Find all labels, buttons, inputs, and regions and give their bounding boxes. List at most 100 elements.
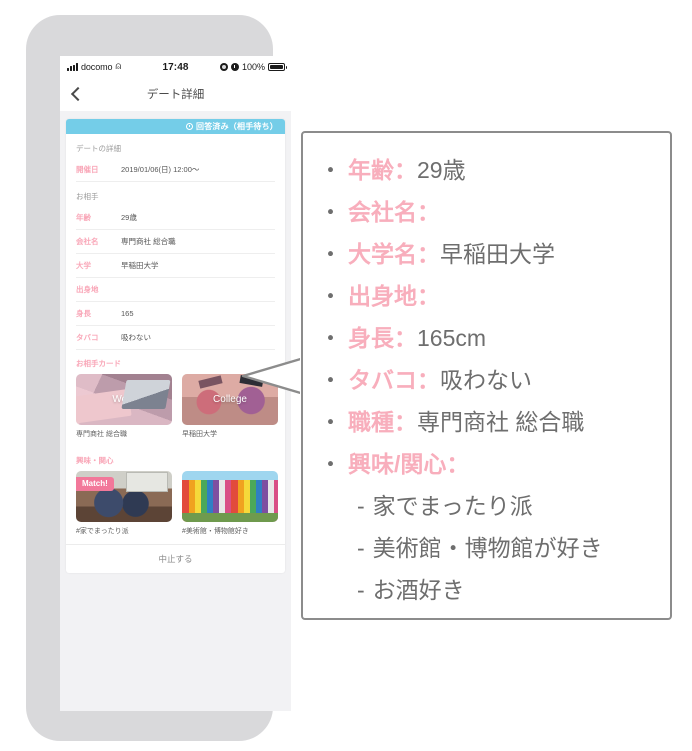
row-value: 29歳	[121, 213, 137, 222]
status-bar-right: 100%	[219, 62, 287, 72]
section-heading: お相手	[76, 192, 99, 201]
callout-item: ・会社名：	[319, 191, 660, 233]
callout-key: 身長	[348, 325, 394, 351]
row-value: 吸わない	[121, 333, 151, 342]
table-row: 大学 早稲田大学	[76, 254, 275, 278]
card-caption: 専門商社 総合職	[76, 431, 127, 438]
callout-key: 会社名	[348, 199, 417, 225]
detail-card-panel: 回答済み（相手待ち） デートの詳細 開催日 2019/01/06(日) 12:0…	[66, 119, 285, 573]
section-heading: デートの詳細	[76, 144, 121, 153]
interest-card-image[interactable]: Match!	[76, 471, 172, 522]
card-overlay-label: Work	[112, 394, 136, 405]
status-badge: 回答済み（相手待ち）	[66, 119, 285, 134]
interests-row: Match! #家でまったり派 #美術館・博物館好き	[76, 471, 278, 536]
callout-sub-item: - お酒好き	[319, 569, 660, 611]
callout-tail	[241, 356, 306, 396]
table-row: 身長 165	[76, 302, 275, 326]
table-row: タバコ 吸わない	[76, 326, 275, 350]
row-label: 会社名	[76, 237, 99, 246]
callout-item: ・大学名：早稲田大学	[319, 233, 660, 275]
page-title: デート詳細	[146, 89, 205, 101]
screenshot-root: docomo ⍝ 17:48 100% デート詳細 回答済み（相手待ち） デート…	[0, 0, 692, 751]
dash-icon: -	[357, 493, 365, 519]
callout-separator: ：	[446, 451, 470, 477]
bullet-icon: ・	[319, 157, 342, 183]
callout-separator: ：	[417, 199, 440, 225]
callout-key: 出身地	[348, 283, 417, 309]
callout-key: 年齢	[348, 157, 394, 183]
phone-frame: docomo ⍝ 17:48 100% デート詳細 回答済み（相手待ち） デート…	[26, 15, 291, 741]
dash-icon: -	[357, 577, 365, 603]
status-bar: docomo ⍝ 17:48 100%	[60, 56, 291, 78]
callout-separator: ：	[394, 157, 417, 183]
table-row: 年齢 29歳	[76, 206, 275, 230]
battery-icon	[268, 63, 287, 71]
row-label: タバコ	[76, 333, 99, 342]
callout-separator: ：	[394, 409, 417, 435]
row-label: 開催日	[76, 165, 99, 174]
nav-bar: デート詳細	[60, 78, 291, 112]
table-row: 出身地	[76, 278, 275, 302]
list-item[interactable]: Work 専門商社 総合職	[76, 374, 172, 439]
callout-key: 興味/関心	[348, 451, 447, 477]
callout-value: 29歳	[417, 157, 466, 183]
card-caption: #家でまったり派	[76, 528, 129, 535]
callout-separator: ：	[417, 367, 440, 393]
callout-key: タバコ	[348, 367, 417, 393]
cancel-button[interactable]: 中止する	[66, 544, 285, 573]
screen-body: 回答済み（相手待ち） デートの詳細 開催日 2019/01/06(日) 12:0…	[60, 111, 291, 711]
callout-value: 専門商社 総合職	[417, 409, 585, 435]
bullet-icon: ・	[319, 367, 342, 393]
callout-sub-item: - 美術館・博物館が好き	[319, 527, 660, 569]
row-label: 身長	[76, 309, 91, 318]
row-value: 早稲田大学	[121, 261, 159, 270]
partner-detail-section: お相手 年齢 29歳 会社名 専門商社 総合職 大学 早稲田大学 出身地 身長 …	[66, 182, 285, 350]
callout-value: 吸わない	[440, 367, 532, 393]
row-label: 年齢	[76, 213, 91, 222]
match-badge: Match!	[76, 477, 114, 491]
status-badge-label: 回答済み（相手待ち）	[196, 122, 278, 131]
callout-separator: ：	[417, 241, 440, 267]
callout-box: ・年齢：29歳 ・会社名： ・大学名：早稲田大学 ・出身地： ・身長：165cm…	[301, 131, 672, 620]
callout-sub-text: 美術館・博物館が好き	[372, 535, 603, 561]
bullet-icon: ・	[319, 409, 342, 435]
interests-section: 興味・関心 Match! #家でまったり派 #美術館・博物館好き	[66, 447, 285, 544]
location-arrow-icon	[219, 63, 228, 71]
callout-item: ・出身地：	[319, 275, 660, 317]
bullet-icon: ・	[319, 283, 342, 309]
bullet-icon: ・	[319, 241, 342, 267]
bullet-icon: ・	[319, 199, 342, 225]
callout-sub-text: 家でまったり派	[372, 493, 533, 519]
interest-card-image[interactable]	[182, 471, 278, 522]
callout-item: ・年齢：29歳	[319, 149, 660, 191]
bullet-icon: ・	[319, 451, 342, 477]
table-row: 開催日 2019/01/06(日) 12:00〜	[76, 158, 275, 182]
callout-key: 大学名	[348, 241, 417, 267]
callout-item: ・身長：165cm	[319, 317, 660, 359]
callout-value: 早稲田大学	[440, 241, 555, 267]
list-item[interactable]: #美術館・博物館好き	[182, 471, 278, 536]
callout-separator: ：	[394, 325, 417, 351]
card-caption: #美術館・博物館好き	[182, 528, 249, 535]
battery-percent-label: 100%	[241, 62, 265, 72]
callout-list: ・年齢：29歳 ・会社名： ・大学名：早稲田大学 ・出身地： ・身長：165cm…	[319, 149, 660, 485]
callout-sub-item: - 家でまったり派	[319, 485, 660, 527]
callout-separator: ：	[417, 283, 440, 309]
callout-item: ・タバコ：吸わない	[319, 359, 660, 401]
date-detail-section: デートの詳細 開催日 2019/01/06(日) 12:00〜	[66, 134, 285, 182]
row-label: 出身地	[76, 285, 99, 294]
interests-title: 興味・関心	[76, 456, 114, 465]
dash-icon: -	[357, 535, 365, 561]
callout-value: 165cm	[417, 325, 487, 351]
work-card-image[interactable]: Work	[76, 374, 172, 425]
callout-item: ・興味/関心：	[319, 443, 660, 485]
list-item[interactable]: Match! #家でまったり派	[76, 471, 172, 536]
row-value: 2019/01/06(日) 12:00〜	[121, 165, 200, 174]
row-label: 大学	[76, 261, 91, 270]
card-caption: 早稲田大学	[182, 431, 217, 438]
bullet-icon: ・	[319, 325, 342, 351]
callout-sub-text: お酒好き	[372, 577, 465, 603]
callout-item: ・職種：専門商社 総合職	[319, 401, 660, 443]
row-value: 165	[121, 309, 134, 318]
callout-key: 職種	[348, 409, 394, 435]
